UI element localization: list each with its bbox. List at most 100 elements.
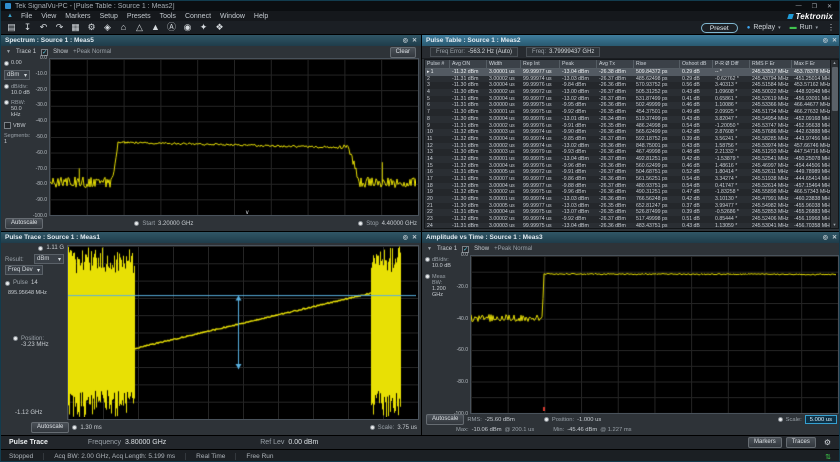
trace-selector[interactable]: Trace 1 <box>16 49 36 55</box>
save-icon[interactable]: ↧ <box>21 21 34 34</box>
table-row[interactable]: 23-11.32 dBm3.00002 us99.99974 us-9.92 d… <box>425 216 830 223</box>
meas-bw-radio[interactable] <box>425 274 430 279</box>
scale-input[interactable]: 5.000 us <box>805 415 837 424</box>
autoscale-button[interactable]: Autoscale <box>426 414 464 425</box>
table-row[interactable]: 22-11.31 dBm3.00004 us99.99975 us-13.07 … <box>425 209 830 216</box>
traces-button[interactable]: Traces <box>786 437 816 448</box>
marker-tools-icon[interactable]: ✦ <box>197 21 210 34</box>
ref-level-value[interactable]: 0.00 <box>11 60 22 66</box>
db-div-value[interactable]: 10.0 dB <box>432 263 451 269</box>
freq-error-box[interactable]: Freq Error: -563.2 Hz (Auto) <box>430 47 518 57</box>
table-row[interactable]: 13-11.30 dBm3.00003 us99.99979 us-9.93 d… <box>425 149 830 156</box>
menu-item-presets[interactable]: Presets <box>127 13 151 20</box>
fullscreen-icon[interactable]: ❖ <box>213 21 226 34</box>
table-row[interactable]: 1-11.32 dBm3.00001 us99.99977 us-13.04 d… <box>425 69 830 76</box>
spectrum-plot[interactable]: ∨ <box>49 58 419 216</box>
amplitude-icon[interactable]: ▲ <box>149 21 162 34</box>
ref-lev-value[interactable]: 0.00 dBm <box>288 439 318 446</box>
panel-options-icon[interactable]: ◎ <box>403 234 408 241</box>
table-row[interactable]: 4-11.30 dBm3.00002 us99.99972 us-13.00 d… <box>425 89 830 96</box>
column-header[interactable]: Rep Int <box>521 60 560 68</box>
table-row[interactable]: 7-11.30 dBm3.00001 us99.99975 us-9.92 dB… <box>425 109 830 116</box>
scrollbar-thumb[interactable] <box>832 67 838 111</box>
menu-item-connect[interactable]: Connect <box>185 13 211 20</box>
table-row[interactable]: 17-11.31 dBm3.00007 us99.99977 us-9.86 d… <box>425 176 830 183</box>
panel-close-icon[interactable]: ✕ <box>832 37 837 44</box>
table-scrollbar[interactable]: ▲ ▼ <box>830 60 838 228</box>
start-freq-radio[interactable] <box>134 221 139 226</box>
table-row[interactable]: 20-11.30 dBm3.00001 us99.99974 us-13.03 … <box>425 196 830 203</box>
db-div-radio[interactable] <box>4 84 9 89</box>
scroll-down-icon[interactable]: ▼ <box>833 222 837 228</box>
freq-box[interactable]: Freq: 3.79999437 GHz <box>526 47 600 57</box>
table-row[interactable]: 3-11.30 dBm3.00004 us99.99976 us-9.84 dB… <box>425 82 830 89</box>
table-row[interactable]: 11-11.32 dBm3.00004 us99.99974 us-9.85 d… <box>425 136 830 143</box>
db-div-value[interactable]: 10.0 dB <box>11 90 30 96</box>
pulse-trace-panel-header[interactable]: Pulse Trace : Source 1 : Meas1 ◎ ✕ <box>1 232 421 243</box>
stop-freq-value[interactable]: 4.40000 GHz <box>382 221 417 227</box>
position-radio[interactable] <box>544 417 549 422</box>
display-settings-icon[interactable]: ◈ <box>101 21 114 34</box>
column-header[interactable]: Oshoot dB <box>680 60 713 68</box>
clear-button[interactable]: Clear <box>390 47 416 58</box>
table-row[interactable]: 9-11.31 dBm3.00002 us99.99976 us-9.91 dB… <box>425 123 830 130</box>
autoscale-button[interactable]: Autoscale <box>5 218 43 229</box>
settings-gear-icon[interactable]: ⚙ <box>85 21 98 34</box>
panel-options-icon[interactable]: ◎ <box>823 234 828 241</box>
table-row[interactable]: 16-11.31 dBm3.00005 us99.99972 us-9.91 d… <box>425 169 830 176</box>
menu-item-setup[interactable]: Setup <box>100 13 118 20</box>
vbw-checkbox[interactable] <box>4 122 11 129</box>
column-header[interactable]: Rise <box>634 60 680 68</box>
chevron-down-icon[interactable]: ▾ <box>815 25 818 31</box>
app-menu-icon[interactable]: ▲ <box>7 13 13 19</box>
stop-freq-radio[interactable] <box>358 221 363 226</box>
start-freq-value[interactable]: 3.20000 GHz <box>158 221 193 227</box>
analysis-icon[interactable]: Ⓐ <box>165 21 178 34</box>
panel-close-icon[interactable]: ✕ <box>412 37 417 44</box>
avt-panel-header[interactable]: Amplitude vs Time : Source 1 : Meas3 ◎ ✕ <box>422 232 840 243</box>
x-position-value[interactable]: 1.30 ms <box>80 425 101 431</box>
maximize-button[interactable]: ❐ <box>809 3 820 10</box>
column-header[interactable]: Pulse # <box>425 60 450 68</box>
avt-plot[interactable] <box>470 255 839 414</box>
table-row[interactable]: 21-11.30 dBm3.00005 us99.99977 us-13.03 … <box>425 203 830 210</box>
result-dropdown[interactable]: Freq Dev ▾ <box>5 265 43 275</box>
pulse-table-panel-header[interactable]: Pulse Table : Source 1 : Meas2 ◎ ✕ <box>422 35 840 46</box>
menu-item-markers[interactable]: Markers <box>65 13 90 20</box>
rbw-value[interactable]: 50.0 kHz <box>11 106 30 118</box>
pulse-trace-plot[interactable] <box>67 245 419 420</box>
gear-icon[interactable]: ⚙ <box>824 438 831 447</box>
x-position-radio[interactable] <box>72 425 77 430</box>
run-control[interactable]: ▬ Run ▾ <box>790 24 818 31</box>
menu-item-file[interactable]: File <box>21 13 32 20</box>
menu-item-view[interactable]: View <box>41 13 56 20</box>
panel-options-icon[interactable]: ◎ <box>823 37 828 44</box>
table-row[interactable]: 24-11.31 dBm3.00003 us99.99975 us-13.04 … <box>425 223 830 228</box>
column-header[interactable]: Avg ON <box>450 60 487 68</box>
column-header[interactable]: RMS F Er <box>750 60 792 68</box>
unit-dropdown[interactable]: dBm ▾ <box>4 70 30 80</box>
collapse-icon[interactable]: ▼ <box>6 49 11 55</box>
db-div-radio[interactable] <box>425 257 430 262</box>
table-row[interactable]: 19-11.32 dBm3.00002 us99.99975 us-9.96 d… <box>425 189 830 196</box>
meas-bw-value[interactable]: 1.200 GHz <box>432 286 451 298</box>
menu-item-help[interactable]: Help <box>254 13 268 20</box>
column-header[interactable]: Width <box>487 60 521 68</box>
column-header[interactable]: P-R Ø Diff <box>713 60 750 68</box>
redo-icon[interactable]: ↷ <box>53 21 66 34</box>
undo-icon[interactable]: ↶ <box>37 21 50 34</box>
frequency-value[interactable]: 3.80000 GHz <box>125 439 166 446</box>
table-row[interactable]: 2-11.31 dBm3.00002 us99.99974 us-13.03 d… <box>425 76 830 83</box>
panel-close-icon[interactable]: ✕ <box>832 234 837 241</box>
column-header[interactable]: Avg Tx <box>597 60 634 68</box>
table-row[interactable]: 8-11.30 dBm3.00004 us99.99976 us-13.01 d… <box>425 116 830 123</box>
ref-level-radio[interactable] <box>4 61 9 66</box>
peak-marker-icon[interactable]: △ <box>133 21 146 34</box>
spectrum-panel-header[interactable]: Spectrum : Source 1 : Meas5 ◎ ✕ <box>1 35 421 46</box>
pulse-number[interactable]: 14 <box>31 280 38 286</box>
table-row[interactable]: 14-11.32 dBm3.00001 us99.99975 us-13.04 … <box>425 156 830 163</box>
pulse-select-radio[interactable] <box>5 281 10 286</box>
y-max-value[interactable]: 1.11 G <box>46 245 64 251</box>
trace-selector[interactable]: Trace 1 <box>437 246 457 252</box>
scale-radio[interactable] <box>778 417 783 422</box>
